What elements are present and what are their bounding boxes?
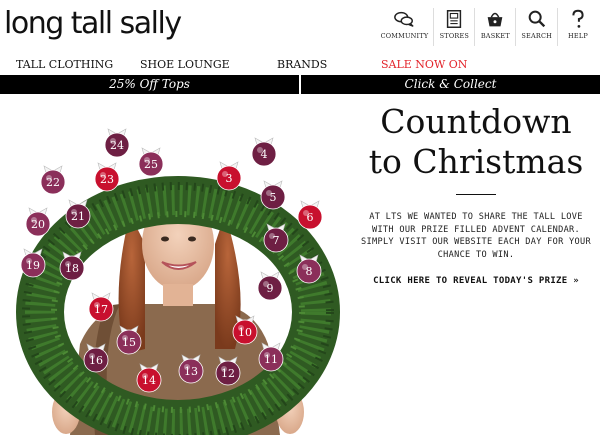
ornament-number: 21 (71, 210, 85, 223)
ornament-number: 13 (184, 365, 198, 378)
basket-link[interactable]: BASKET (474, 8, 515, 46)
nav-sale-now-on[interactable]: SALE NOW ON (381, 58, 467, 71)
ornament-5[interactable]: 5 (260, 180, 286, 210)
ornament-6[interactable]: 6 (297, 200, 323, 230)
hero-description: AT LTS WE WANTED TO SHARE THE TALL LOVE … (361, 212, 591, 260)
advent-hero-banner[interactable]: 24 25 4 22 23 3 5 20 21 6 7 19 18 8 9 17 10 15 16 11 14 13 12 … (0, 94, 600, 435)
ornament-number: 8 (306, 265, 313, 278)
promo-bar: 25% Off Tops Click & Collect (0, 75, 600, 94)
ornament-number: 20 (31, 218, 45, 231)
ornament-22[interactable]: 22 (40, 165, 66, 195)
ornament-number: 11 (264, 353, 278, 366)
basket-label: BASKET (480, 32, 510, 40)
ornament-number: 16 (89, 354, 103, 367)
ornament-number: 3 (226, 172, 233, 185)
nav-shoe-lounge[interactable]: SHOE LOUNGE (140, 58, 230, 71)
search-link[interactable]: SEARCH (515, 8, 557, 46)
ornament-number: 7 (273, 234, 280, 247)
nav-brands[interactable]: BRANDS (277, 58, 327, 71)
ornament-number: 10 (238, 326, 252, 339)
promo-click-collect[interactable]: Click & Collect (299, 75, 600, 94)
hero-title-line1: Countdown (380, 102, 572, 141)
utility-nav: COMMUNITY STORES BASKET SEARCH HELP (376, 8, 598, 46)
stores-label: STORES (439, 32, 470, 40)
ornament-number: 6 (307, 211, 314, 224)
speech-bubbles-icon (394, 11, 415, 27)
ornament-number: 12 (221, 367, 235, 380)
ornament-number: 24 (110, 139, 124, 152)
ornament-number: 22 (46, 176, 60, 189)
community-link[interactable]: COMMUNITY (376, 8, 434, 46)
ornament-number: 23 (100, 173, 114, 186)
hero-copy: Countdown to Christmas AT LTS WE WANTED … (352, 94, 600, 287)
title-divider (456, 194, 496, 195)
ornament-3[interactable]: 3 (216, 161, 242, 191)
advent-wreath-image[interactable]: 24 25 4 22 23 3 5 20 21 6 7 19 18 8 9 17 10 15 16 11 14 13 12 (0, 94, 350, 435)
question-mark-icon (572, 9, 584, 28)
ornament-4[interactable]: 4 (251, 137, 277, 167)
ornament-number: 14 (142, 374, 156, 387)
basket-icon (488, 12, 503, 27)
help-label: HELP (568, 32, 588, 40)
ornament-9[interactable]: 9 (257, 271, 283, 301)
ornament-number: 25 (144, 158, 158, 171)
brand-logo[interactable]: long tall sally (4, 6, 182, 42)
ornament-24[interactable]: 24 (104, 128, 130, 158)
magnifier-icon (528, 10, 545, 28)
ornament-23[interactable]: 23 (94, 162, 120, 192)
main-nav: TALL CLOTHING SHOE LOUNGE BRANDS SALE NO… (0, 54, 600, 75)
ornament-number: 17 (94, 303, 108, 316)
ornament-number: 19 (26, 259, 40, 272)
ornament-number: 15 (122, 336, 136, 349)
hero-title: Countdown to Christmas (352, 102, 600, 182)
ornament-17[interactable]: 17 (88, 292, 114, 322)
hero-title-line2: to Christmas (368, 142, 584, 181)
community-label: COMMUNITY (380, 32, 429, 40)
ornament-25[interactable]: 25 (138, 147, 164, 177)
nav-tall-clothing[interactable]: TALL CLOTHING (16, 58, 113, 71)
promo-tops-offer[interactable]: 25% Off Tops (0, 75, 299, 94)
reveal-prize-link[interactable]: CLICK HERE TO REVEAL TODAY'S PRIZE » (352, 275, 600, 287)
ornament-number: 18 (65, 262, 79, 275)
help-link[interactable]: HELP (557, 8, 598, 46)
ornament-20[interactable]: 20 (25, 207, 51, 237)
ornament-number: 9 (267, 282, 274, 295)
stores-link[interactable]: STORES (433, 8, 474, 46)
ornament-number: 4 (261, 148, 268, 161)
ornament-number: 5 (270, 191, 277, 204)
store-icon (447, 10, 462, 28)
search-label: SEARCH (521, 32, 552, 40)
